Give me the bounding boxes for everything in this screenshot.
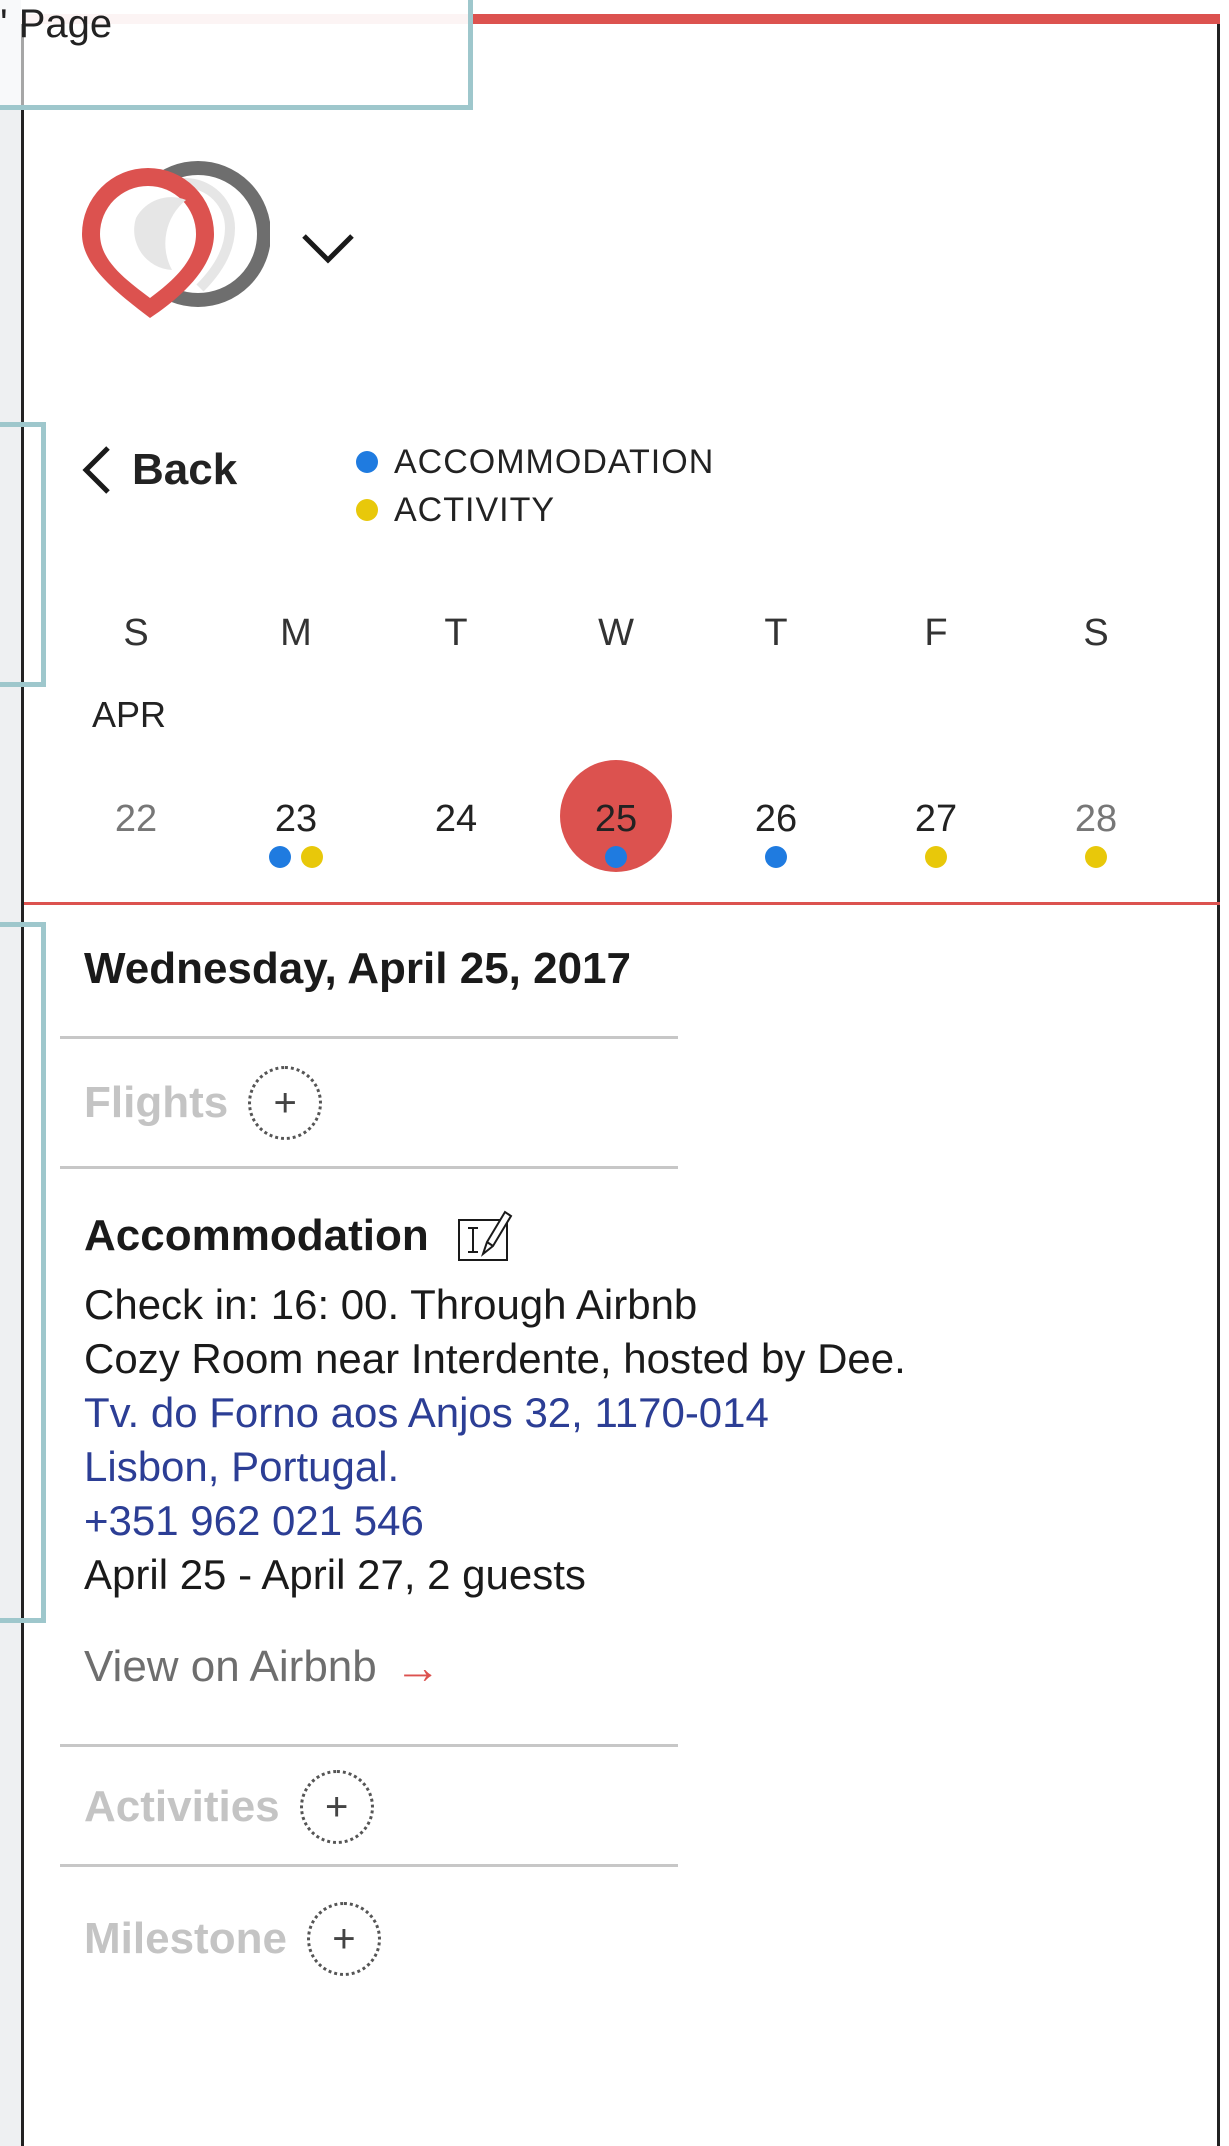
activity-dot-icon [356,499,378,521]
overlay-highlight-bottom [0,922,46,1623]
back-label: Back [132,445,238,494]
page: ' Page Back ACCOMMODATION ACTIVITY S M T… [0,0,1229,2146]
check-in-text: Check in: 16: 00. Through Airbnb [84,1281,698,1328]
flights-label: Flights [84,1078,229,1127]
legend: ACCOMMODATION ACTIVITY [356,438,714,534]
activity-dot-icon [301,846,323,868]
accommodation-dot-icon [765,846,787,868]
day-number: 26 [754,798,798,840]
accommodation-dot-icon [605,846,627,868]
app-logo-icon[interactable] [80,158,270,328]
weekday-label: F [924,612,948,654]
weekday-label: W [598,612,634,654]
divider [60,1036,678,1039]
accommodation-dot-icon [269,846,291,868]
overlay-highlight-mid [0,422,46,687]
accommodation-title: Accommodation [84,1211,429,1260]
page-label: ' Page [0,2,113,46]
address-link[interactable]: Tv. do Forno aos Anjos 32, 1170-014 [84,1386,906,1440]
add-flight-button[interactable]: + [248,1066,323,1140]
legend-item-accommodation: ACCOMMODATION [356,438,714,486]
activity-dot-icon [925,846,947,868]
flights-section: Flights + [84,1066,323,1140]
calendar-day[interactable]: 25 [560,760,672,872]
legend-label: ACCOMMODATION [394,442,715,481]
calendar-day[interactable]: 27 [880,760,992,872]
calendar-days-row: 22 23 24 25 26 27 28 [80,760,1200,880]
legend-label: ACTIVITY [394,490,556,529]
chevron-left-icon [82,446,110,494]
activities-label: Activities [84,1782,280,1831]
divider [60,1744,678,1747]
back-button[interactable]: Back [80,440,237,500]
calendar-day[interactable]: 28 [1040,760,1152,872]
add-milestone-button[interactable]: + [306,1902,381,1976]
top-accent-bar [470,14,1220,24]
booking-dates-text: April 25 - April 27, 2 guests [84,1551,586,1598]
chevron-down-icon[interactable] [300,228,356,268]
calendar-day[interactable]: 26 [720,760,832,872]
day-event-dots [560,846,672,868]
accommodation-details: Check in: 16: 00. Through Airbnb Cozy Ro… [84,1278,906,1602]
accommodation-dot-icon [356,451,378,473]
weekday-label: M [280,612,312,654]
edit-pencil-icon[interactable] [455,1206,515,1266]
milestone-section: Milestone + [84,1902,381,1976]
calendar-day[interactable]: 22 [80,760,192,872]
weekday-header: S M T W T F S [80,612,1200,672]
legend-item-activity: ACTIVITY [356,486,714,534]
day-event-dots [880,846,992,868]
listing-text: Cozy Room near Interdente, hosted by Dee… [84,1335,906,1382]
day-number: 28 [1074,798,1118,840]
date-heading: Wednesday, April 25, 2017 [84,944,631,993]
calendar-divider [24,902,1220,905]
weekday-label: S [123,612,149,654]
calendar-day[interactable]: 24 [400,760,512,872]
phone-link[interactable]: +351 962 021 546 [84,1494,906,1548]
weekday-label: S [1083,612,1109,654]
day-number: 27 [914,798,958,840]
calendar-day[interactable]: 23 [240,760,352,872]
day-event-dots [1040,846,1152,868]
view-on-airbnb-link[interactable]: View on Airbnb → [84,1640,441,1694]
weekday-label: T [444,612,468,654]
view-link-label: View on Airbnb [84,1642,377,1691]
milestone-label: Milestone [84,1914,287,1963]
activities-section: Activities + [84,1770,374,1844]
divider [60,1166,678,1169]
day-number: 22 [114,798,158,840]
arrow-right-icon: → [394,1641,441,1693]
divider [60,1864,678,1867]
day-event-dots [720,846,832,868]
weekday-label: T [764,612,788,654]
day-event-dots [240,846,352,868]
address-link[interactable]: Lisbon, Portugal. [84,1440,906,1494]
month-label: APR [92,694,167,735]
accommodation-heading: Accommodation [84,1206,515,1266]
day-number: 24 [434,798,478,840]
day-number: 25 [594,798,638,840]
day-number: 23 [274,798,318,840]
add-activity-button[interactable]: + [299,1770,374,1844]
activity-dot-icon [1085,846,1107,868]
